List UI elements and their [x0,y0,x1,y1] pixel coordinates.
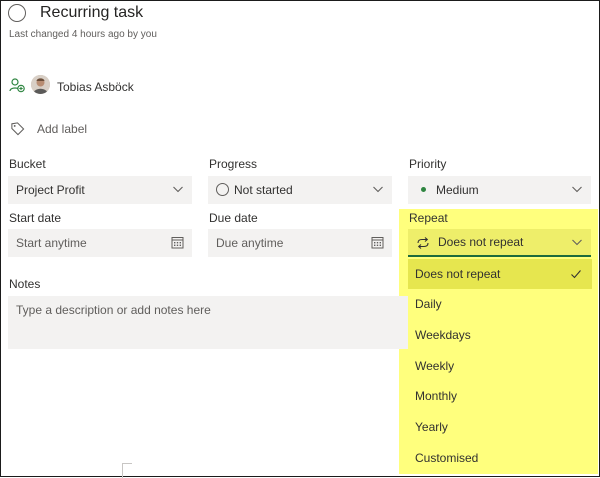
add-label-link[interactable]: Add label [37,122,87,136]
repeat-option-does-not-repeat[interactable]: Does not repeat [408,259,592,289]
tag-icon[interactable] [10,121,25,136]
repeat-label: Repeat [409,211,448,225]
start-date-label: Start date [9,211,62,225]
due-date-field[interactable]: Due anytime [208,229,392,257]
chevron-down-icon [572,239,582,246]
priority-dropdown[interactable]: Medium [408,176,591,204]
notes-label: Notes [9,277,41,291]
due-date-placeholder: Due anytime [216,236,284,250]
not-started-icon [216,183,229,196]
start-date-placeholder: Start anytime [16,236,87,250]
priority-dot-icon [421,187,426,192]
menu-item-label: Weekdays [415,328,471,342]
avatar[interactable] [31,75,50,94]
calendar-icon[interactable] [171,236,184,249]
bucket-dropdown[interactable]: Project Profit [8,176,192,204]
assignee-name: Tobias Asböck [57,80,134,94]
menu-item-label: Daily [415,297,442,311]
menu-item-label: Customised [415,451,479,465]
divider [122,463,132,478]
start-date-field[interactable]: Start anytime [8,229,192,257]
bucket-value: Project Profit [16,183,85,197]
progress-dropdown[interactable]: Not started [208,176,392,204]
repeat-option-daily[interactable]: Daily [408,289,592,319]
menu-item-label: Yearly [415,420,448,434]
repeat-value: Does not repeat [438,235,524,249]
chevron-down-icon [572,186,582,193]
progress-value: Not started [234,183,293,197]
repeat-option-weekdays[interactable]: Weekdays [408,320,592,350]
repeat-option-weekly[interactable]: Weekly [408,351,592,381]
chevron-down-icon [173,186,183,193]
priority-value: Medium [436,183,479,197]
repeat-dropdown[interactable]: Does not repeat [408,229,591,257]
chevron-down-icon [373,186,383,193]
repeat-option-customised[interactable]: Customised [408,443,592,473]
bucket-label: Bucket [9,157,46,171]
repeat-option-yearly[interactable]: Yearly [408,412,592,442]
menu-item-label: Does not repeat [415,267,501,281]
due-date-label: Due date [209,211,258,225]
calendar-icon[interactable] [371,236,384,249]
priority-label: Priority [409,157,447,171]
notes-field[interactable]: Type a description or add notes here [8,296,408,349]
repeat-icon [417,237,429,249]
last-changed-text: Last changed 4 hours ago by you [9,29,157,40]
menu-item-label: Weekly [415,359,455,373]
assign-user-icon[interactable] [9,77,25,93]
task-title[interactable]: Recurring task [40,4,143,22]
complete-task-checkbox[interactable] [8,4,26,22]
progress-label: Progress [209,157,258,171]
repeat-menu: Does not repeat Daily Weekdays Weekly Mo… [408,259,592,474]
notes-placeholder: Type a description or add notes here [16,303,211,317]
menu-item-label: Monthly [415,389,458,403]
repeat-option-monthly[interactable]: Monthly [408,381,592,411]
checkmark-icon [571,270,581,279]
